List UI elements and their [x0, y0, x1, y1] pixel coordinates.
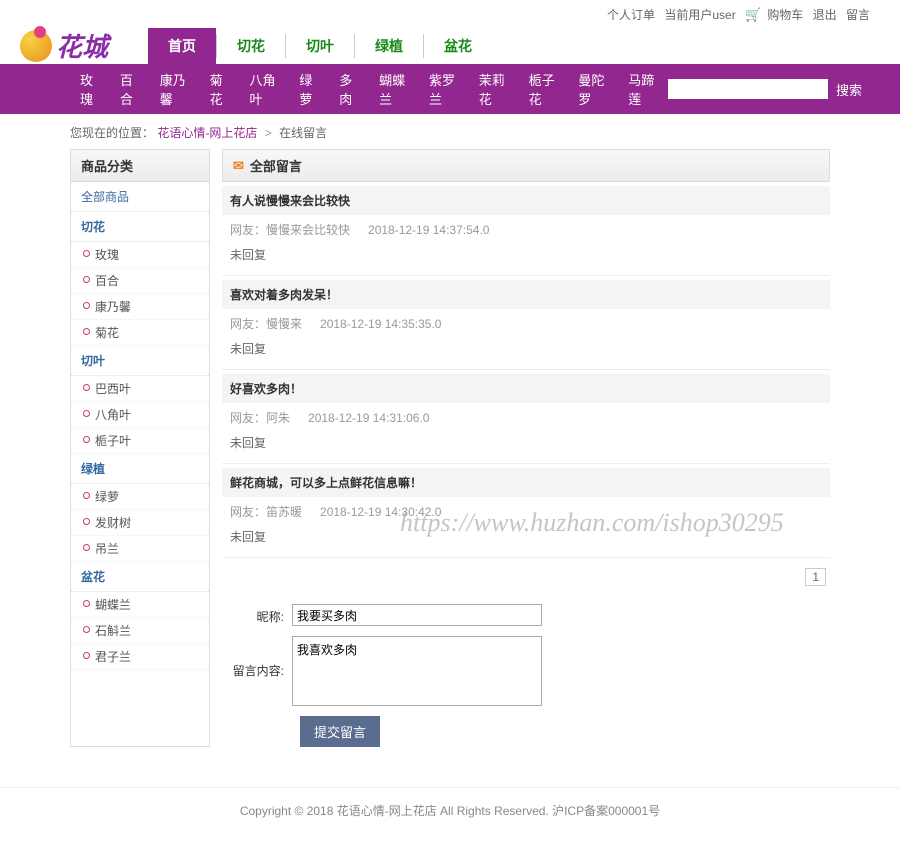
message-time: 2018-12-19 14:37:54.0: [368, 223, 489, 237]
breadcrumb: 您现在的位置： 花语心情-网上花店 > 在线留言: [0, 114, 900, 149]
content-textarea[interactable]: [292, 636, 542, 706]
message-meta: 网友：阿朱 2018-12-19 14:31:06.0: [222, 403, 830, 432]
category-child-2-0[interactable]: 绿萝: [71, 484, 209, 510]
section-title: 全部留言: [250, 156, 302, 175]
logo-flower-icon: [20, 30, 52, 62]
message-item: 有人说慢慢来会比较快网友：慢慢来会比较快 2018-12-19 14:37:54.…: [222, 186, 830, 276]
message-icon: ✉: [233, 158, 244, 174]
category-child-0-0[interactable]: 玫瑰: [71, 242, 209, 268]
search-button[interactable]: 搜索: [828, 80, 870, 99]
orders-link[interactable]: 个人订单: [607, 8, 655, 22]
message-reply: 未回复: [222, 338, 830, 361]
search-box: 搜索: [668, 79, 870, 99]
category-child-0-1[interactable]: 百合: [71, 268, 209, 294]
message-user: 网友：慢慢来: [230, 317, 302, 331]
main-nav: 首页切花切叶绿植盆花: [148, 28, 492, 64]
category-all[interactable]: 全部商品: [71, 182, 209, 212]
category-parent-2[interactable]: 绿植: [71, 454, 209, 484]
menu-item-4[interactable]: 八角叶: [240, 70, 290, 108]
topbar: 个人订单 当前用户user 🛒 购物车 退出 留言: [0, 0, 900, 27]
pager: 1: [222, 562, 830, 592]
category-child-3-1[interactable]: 石斛兰: [71, 618, 209, 644]
message-title: 有人说慢慢来会比较快: [222, 186, 830, 215]
tab-3[interactable]: 绿植: [355, 28, 423, 64]
breadcrumb-home[interactable]: 花语心情-网上花店: [157, 126, 257, 140]
category-child-2-2[interactable]: 吊兰: [71, 536, 209, 562]
message-form: 昵称: 留言内容: 提交留言: [222, 604, 830, 747]
search-input[interactable]: [668, 79, 828, 99]
messages-link[interactable]: 留言: [846, 8, 870, 22]
footer: Copyright © 2018 花语心情-网上花店 All Rights Re…: [0, 787, 900, 849]
menu-item-12[interactable]: 马蹄莲: [618, 70, 668, 108]
sidebar-title: 商品分类: [71, 150, 209, 182]
page-current[interactable]: 1: [805, 568, 826, 586]
logo[interactable]: 花城: [20, 27, 108, 64]
message-title: 喜欢对着多肉发呆！: [222, 280, 830, 309]
menu-item-0[interactable]: 玫瑰: [70, 70, 110, 108]
category-child-1-0[interactable]: 巴西叶: [71, 376, 209, 402]
category-parent-0[interactable]: 切花: [71, 212, 209, 242]
message-item: 鲜花商城，可以多上点鲜花信息嘛！ 网友：笛苏暖 2018-12-19 14:30:4…: [222, 468, 830, 558]
breadcrumb-prefix: 您现在的位置：: [70, 126, 154, 140]
menubar: 玫瑰百合康乃馨菊花八角叶绿萝多肉蝴蝶兰紫罗兰茉莉花栀子花曼陀罗马蹄莲 搜索: [0, 64, 900, 114]
section-header: ✉ 全部留言: [222, 149, 830, 182]
category-child-3-2[interactable]: 君子兰: [71, 644, 209, 670]
tab-1[interactable]: 切花: [217, 28, 285, 64]
cart-link[interactable]: 购物车: [767, 8, 803, 22]
tab-2[interactable]: 切叶: [286, 28, 354, 64]
nickname-label: 昵称:: [222, 604, 292, 626]
current-user: 当前用户user: [664, 8, 735, 22]
message-meta: 网友：慢慢来会比较快 2018-12-19 14:37:54.0: [222, 215, 830, 244]
message-reply: 未回复: [222, 526, 830, 549]
content-label: 留言内容:: [222, 636, 292, 706]
menu-item-7[interactable]: 蝴蝶兰: [369, 70, 419, 108]
menu-item-11[interactable]: 曼陀罗: [568, 70, 618, 108]
menu-item-5[interactable]: 绿萝: [289, 70, 329, 108]
logo-text: 花城: [56, 27, 108, 64]
menu-item-1[interactable]: 百合: [110, 70, 150, 108]
submit-button[interactable]: 提交留言: [300, 716, 380, 747]
message-title: 好喜欢多肉！: [222, 374, 830, 403]
message-reply: 未回复: [222, 244, 830, 267]
message-meta: 网友：笛苏暖 2018-12-19 14:30:42.0: [222, 497, 830, 526]
menu-item-10[interactable]: 栀子花: [519, 70, 569, 108]
nickname-input[interactable]: [292, 604, 542, 626]
category-parent-3[interactable]: 盆花: [71, 562, 209, 592]
message-time: 2018-12-19 14:31:06.0: [308, 411, 429, 425]
logout-link[interactable]: 退出: [813, 8, 837, 22]
menu-item-6[interactable]: 多肉: [329, 70, 369, 108]
message-user: 网友：慢慢来会比较快: [230, 223, 350, 237]
category-child-1-2[interactable]: 栀子叶: [71, 428, 209, 454]
menu-item-3[interactable]: 菊花: [200, 70, 240, 108]
tab-0[interactable]: 首页: [148, 28, 216, 64]
category-child-2-1[interactable]: 发财树: [71, 510, 209, 536]
tab-4[interactable]: 盆花: [424, 28, 492, 64]
message-reply: 未回复: [222, 432, 830, 455]
category-child-1-1[interactable]: 八角叶: [71, 402, 209, 428]
breadcrumb-current: 在线留言: [279, 126, 327, 140]
cart-icon: 🛒: [745, 7, 761, 22]
message-time: 2018-12-19 14:35:35.0: [320, 317, 441, 331]
category-parent-1[interactable]: 切叶: [71, 346, 209, 376]
message-user: 网友：笛苏暖: [230, 505, 302, 519]
message-time: 2018-12-19 14:30:42.0: [320, 505, 441, 519]
message-item: 好喜欢多肉！ 网友：阿朱 2018-12-19 14:31:06.0 未回复: [222, 374, 830, 464]
message-item: 喜欢对着多肉发呆！ 网友：慢慢来 2018-12-19 14:35:35.0 未回复: [222, 280, 830, 370]
breadcrumb-sep: >: [265, 126, 272, 140]
content: ✉ 全部留言 有人说慢慢来会比较快网友：慢慢来会比较快 2018-12-19 14…: [222, 149, 830, 747]
message-user: 网友：阿朱: [230, 411, 290, 425]
category-child-0-3[interactable]: 菊花: [71, 320, 209, 346]
menu-item-8[interactable]: 紫罗兰: [419, 70, 469, 108]
message-title: 鲜花商城，可以多上点鲜花信息嘛！: [222, 468, 830, 497]
menu-item-2[interactable]: 康乃馨: [150, 70, 200, 108]
category-child-3-0[interactable]: 蝴蝶兰: [71, 592, 209, 618]
category-child-0-2[interactable]: 康乃馨: [71, 294, 209, 320]
sidebar: 商品分类 全部商品 切花玫瑰百合康乃馨菊花切叶巴西叶八角叶栀子叶绿植绿萝发财树吊…: [70, 149, 210, 747]
menu-item-9[interactable]: 茉莉花: [469, 70, 519, 108]
message-meta: 网友：慢慢来 2018-12-19 14:35:35.0: [222, 309, 830, 338]
